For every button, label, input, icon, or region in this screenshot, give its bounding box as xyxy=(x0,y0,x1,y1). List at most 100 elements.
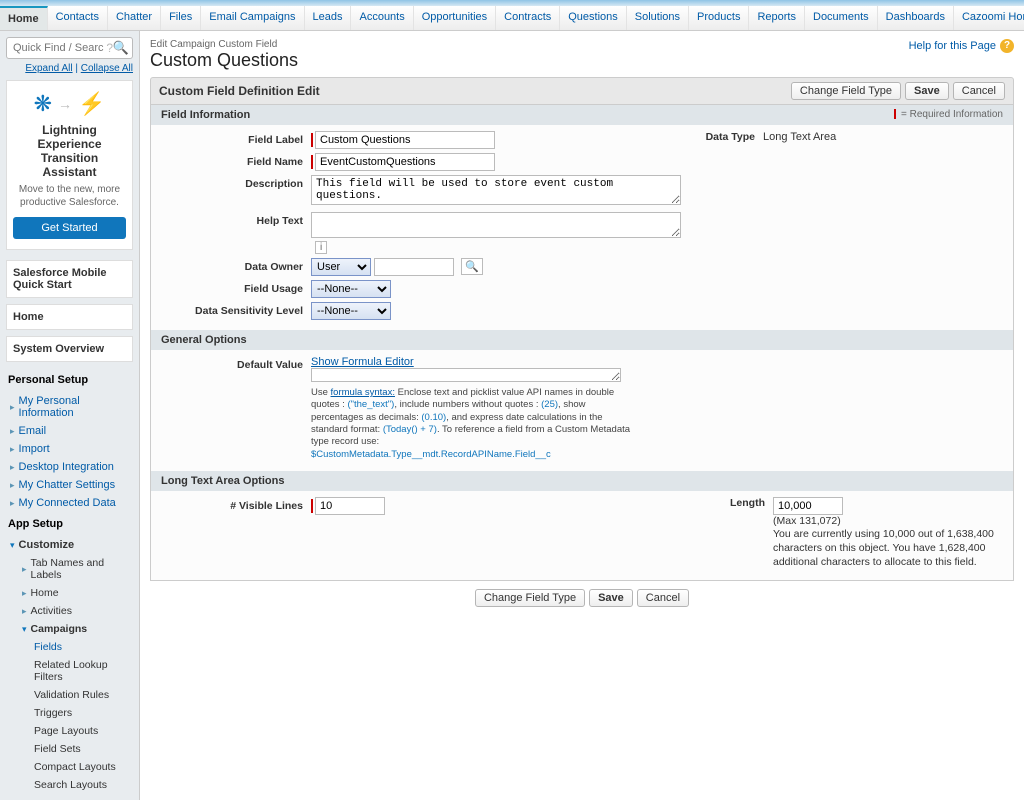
nav-tab-cazoomi-home[interactable]: Cazoomi Home xyxy=(954,6,1024,30)
nav-tab-home[interactable]: Home xyxy=(0,6,48,30)
save-button[interactable]: Save xyxy=(905,82,949,100)
collapse-all-link[interactable]: Collapse All xyxy=(81,63,133,74)
data-owner-lookup-input[interactable] xyxy=(374,258,454,276)
sidebar-item-search-layouts[interactable]: Search Layouts xyxy=(30,776,133,794)
lightning-assistant-card: ❋ → ⚡ Lightning Experience Transition As… xyxy=(6,80,133,250)
general-options-header: General Options xyxy=(150,330,1014,350)
field-usage-select[interactable]: --None-- xyxy=(311,280,391,298)
general-options-form: Default Value Show Formula Editor Use fo… xyxy=(150,350,1014,471)
data-sensitivity-select[interactable]: --None-- xyxy=(311,302,391,320)
formula-help-text: Use formula syntax: Enclose text and pic… xyxy=(311,387,631,461)
nav-tab-documents[interactable]: Documents xyxy=(805,6,878,30)
sidebar-item-field-sets[interactable]: Field Sets xyxy=(30,740,133,758)
change-field-type-button-bottom[interactable]: Change Field Type xyxy=(475,589,585,607)
sidebar-item-my-connected-data[interactable]: ▸My Connected Data xyxy=(6,494,133,512)
nav-tab-files[interactable]: Files xyxy=(161,6,201,30)
expand-icon: ▸ xyxy=(22,588,27,599)
sidebar-item-fields[interactable]: Fields xyxy=(30,638,133,656)
mobile-quick-start-link[interactable]: Salesforce Mobile Quick Start xyxy=(6,260,133,298)
sidebar-item-email[interactable]: ▸Email xyxy=(6,422,133,440)
label-data-type: Data Type xyxy=(683,131,763,143)
label-length: Length xyxy=(723,497,773,509)
expand-icon: ▸ xyxy=(10,444,15,455)
sidebar-item-customize[interactable]: ▾Customize xyxy=(6,536,133,554)
assistant-title: Lightning Experience Transition Assistan… xyxy=(13,123,126,179)
nav-tab-accounts[interactable]: Accounts xyxy=(351,6,413,30)
value-data-type: Long Text Area xyxy=(763,131,836,143)
cloud-icon: ❋ xyxy=(34,91,52,117)
required-mark-icon xyxy=(311,155,313,169)
field-name-input[interactable] xyxy=(315,153,495,171)
data-owner-select[interactable]: User xyxy=(311,258,371,276)
sidebar-item-campaigns[interactable]: ▾Campaigns xyxy=(18,620,133,638)
sidebar-item-activities[interactable]: ▸Activities xyxy=(18,602,133,620)
sidebar-item-setup-home[interactable]: ▸Home xyxy=(18,584,133,602)
nav-tab-products[interactable]: Products xyxy=(689,6,749,30)
formula-syntax-link[interactable]: formula syntax: xyxy=(331,387,395,398)
nav-tab-questions[interactable]: Questions xyxy=(560,6,627,30)
sidebar-item-compact-layouts[interactable]: Compact Layouts xyxy=(30,758,133,776)
length-input[interactable] xyxy=(773,497,843,515)
cancel-button-bottom[interactable]: Cancel xyxy=(637,589,689,607)
lightning-bolt-icon: ⚡ xyxy=(78,91,105,117)
help-link[interactable]: Help for this Page ? xyxy=(909,39,1014,53)
arrow-right-icon: → xyxy=(58,96,72,112)
personal-setup-head: Personal Setup xyxy=(6,368,133,392)
expand-all-link[interactable]: Expand All xyxy=(25,63,72,74)
sidebar-home-link[interactable]: Home xyxy=(6,304,133,330)
save-button-bottom[interactable]: Save xyxy=(589,589,633,607)
required-mark-icon xyxy=(311,133,313,147)
nav-tab-dashboards[interactable]: Dashboards xyxy=(878,6,954,30)
nav-tab-chatter[interactable]: Chatter xyxy=(108,6,161,30)
label-field-label: Field Label xyxy=(161,131,311,146)
nav-tab-contracts[interactable]: Contracts xyxy=(496,6,560,30)
visible-lines-input[interactable] xyxy=(315,497,385,515)
sidebar-item-import[interactable]: ▸Import xyxy=(6,440,133,458)
lta-options-form: # Visible Lines Length (Max 131,072) You… xyxy=(150,491,1014,581)
description-textarea[interactable]: This field will be used to store event c… xyxy=(311,175,681,205)
quick-find-search: ? 🔍 xyxy=(6,37,133,59)
required-mark-icon xyxy=(311,499,313,513)
system-overview-link[interactable]: System Overview xyxy=(6,336,133,362)
breadcrumb: Edit Campaign Custom Field xyxy=(150,39,1014,50)
label-data-owner: Data Owner xyxy=(161,258,311,273)
field-label-input[interactable] xyxy=(315,131,495,149)
expand-icon: ▸ xyxy=(10,480,15,491)
help-text-info-icon[interactable]: i xyxy=(315,241,327,254)
search-icon[interactable]: 🔍 xyxy=(113,40,129,56)
lookup-icon[interactable]: 🔍 xyxy=(461,258,483,275)
get-started-button[interactable]: Get Started xyxy=(13,217,126,239)
nav-tab-reports[interactable]: Reports xyxy=(749,6,805,30)
nav-tab-email-campaigns[interactable]: Email Campaigns xyxy=(201,6,304,30)
nav-tab-solutions[interactable]: Solutions xyxy=(627,6,689,30)
max-length-text: (Max 131,072) xyxy=(773,515,1003,527)
sidebar-item-my-personal-info[interactable]: ▸My Personal Information xyxy=(6,392,133,422)
collapse-icon: ▾ xyxy=(22,624,27,635)
required-legend: = Required Information xyxy=(894,109,1003,120)
nav-tab-leads[interactable]: Leads xyxy=(305,6,352,30)
global-nav-tabs: Home Contacts Chatter Files Email Campai… xyxy=(0,6,1024,30)
label-visible-lines: # Visible Lines xyxy=(161,497,311,512)
show-formula-editor-link[interactable]: Show Formula Editor xyxy=(311,356,414,368)
sidebar-item-page-layouts[interactable]: Page Layouts xyxy=(30,722,133,740)
sidebar-item-desktop-integration[interactable]: ▸Desktop Integration xyxy=(6,458,133,476)
definition-edit-header: Custom Field Definition Edit Change Fiel… xyxy=(150,77,1014,105)
sidebar-item-triggers[interactable]: Triggers xyxy=(30,704,133,722)
usage-note: You are currently using 10,000 out of 1,… xyxy=(773,527,1003,570)
cancel-button[interactable]: Cancel xyxy=(953,82,1005,100)
collapse-icon: ▾ xyxy=(10,540,15,551)
bottom-button-row: Change Field Type Save Cancel xyxy=(150,581,1014,615)
nav-tab-opportunities[interactable]: Opportunities xyxy=(414,6,496,30)
sidebar-item-related-lookup[interactable]: Related Lookup Filters xyxy=(30,656,133,686)
help-text-textarea[interactable] xyxy=(311,212,681,238)
assistant-icons: ❋ → ⚡ xyxy=(13,91,126,117)
sidebar-item-validation-rules[interactable]: Validation Rules xyxy=(30,686,133,704)
sidebar-item-my-chatter-settings[interactable]: ▸My Chatter Settings xyxy=(6,476,133,494)
label-field-usage: Field Usage xyxy=(161,280,311,295)
field-info-form: Field Label Field Name Description This … xyxy=(150,125,1014,330)
sidebar: ? 🔍 Expand All | Collapse All ❋ → ⚡ Ligh… xyxy=(0,31,140,800)
nav-tab-contacts[interactable]: Contacts xyxy=(48,6,108,30)
change-field-type-button[interactable]: Change Field Type xyxy=(791,82,901,100)
personal-setup-list: ▸My Personal Information ▸Email ▸Import … xyxy=(6,392,133,512)
default-value-textarea[interactable] xyxy=(311,368,621,382)
